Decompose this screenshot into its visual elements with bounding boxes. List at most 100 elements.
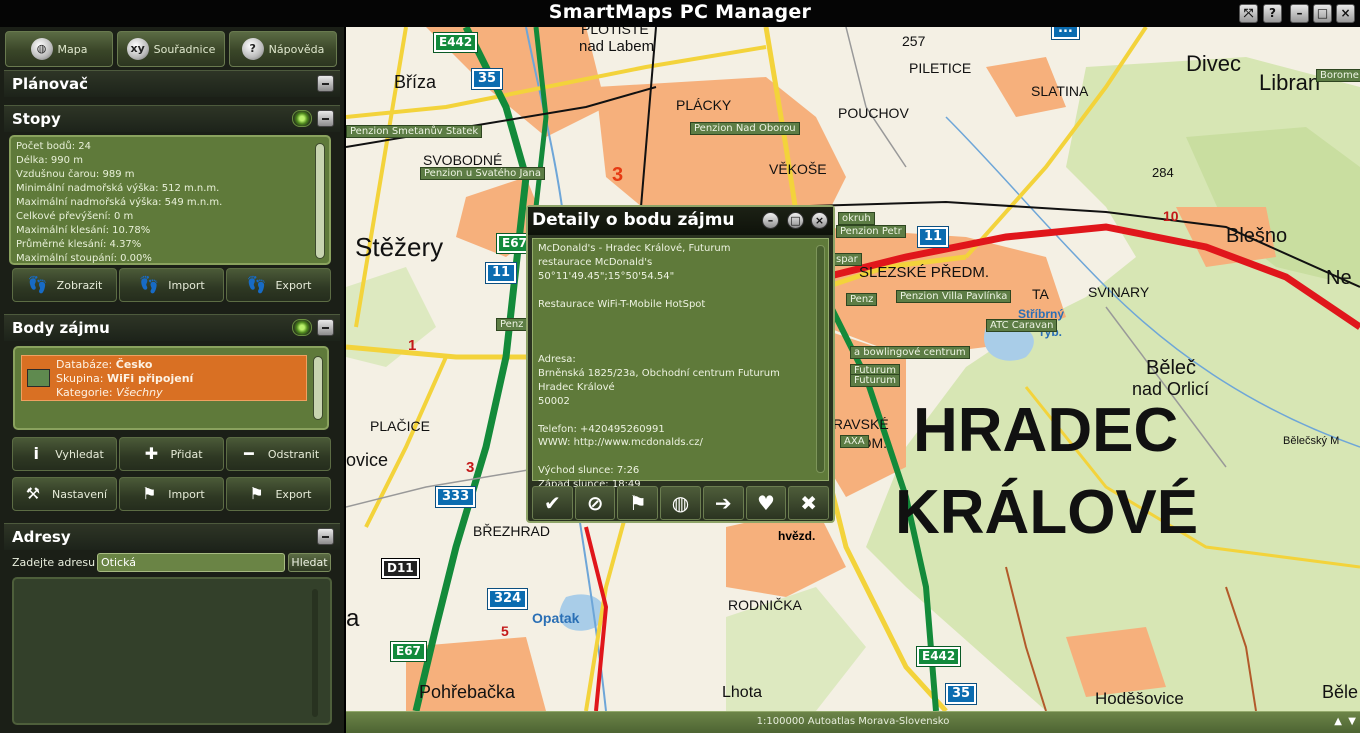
poi-add-button[interactable]: ✚ Přidat <box>119 437 224 471</box>
poi-detail-title: Detaily o bodu zájmu <box>532 210 735 230</box>
track-stat: Průměrné klesání: 4.37% <box>16 239 142 250</box>
map-place-label: Ne <box>1326 267 1352 289</box>
arrow-right-button[interactable]: ➔ <box>702 486 744 520</box>
tracks-collapse-icon[interactable] <box>317 110 334 127</box>
map-button[interactable]: ◍ Mapa <box>5 31 113 67</box>
dialog-close-icon[interactable]: × <box>811 212 828 229</box>
address-collapse-icon[interactable] <box>317 528 334 545</box>
map-poi-label[interactable]: Borome <box>1316 69 1360 82</box>
route-button[interactable]: ⊘ <box>574 486 616 520</box>
map-road-number: hvězd. <box>778 529 816 543</box>
map-status-bar: 1:100000 Autoatlas Morava-Slovensko ▲ ▼ <box>346 711 1360 733</box>
address-results-list[interactable] <box>12 577 332 725</box>
poi-gpx-export-icon: ⚑ <box>249 484 264 503</box>
scroll-up-icon[interactable]: ▲ <box>1334 712 1342 732</box>
address-results-scrollbar[interactable] <box>312 589 318 717</box>
map-place-label: PILETICE <box>909 60 972 76</box>
map-poi-label[interactable]: Penzion Nad Oborou <box>690 122 800 135</box>
poi-import-label: Import <box>168 487 205 501</box>
map-view[interactable]: PLOTIŠTĚ nad Labem Bříza PILETICE Divec Libra… <box>346 27 1360 711</box>
map-poi-label[interactable]: Penzion Villa Pavlínka <box>896 290 1012 303</box>
dialog-minimize-icon[interactable]: – <box>762 212 779 229</box>
poi-collapse-icon[interactable] <box>317 319 334 336</box>
planner-collapse-icon[interactable] <box>317 75 334 92</box>
footprint-eye-icon: 👣 <box>27 275 48 294</box>
planner-header[interactable]: Plánovač <box>4 70 340 97</box>
map-road-number: Opatak <box>532 610 580 626</box>
detail-line: restaurace McDonald's <box>538 256 653 268</box>
poi-scrollbar[interactable] <box>313 356 323 420</box>
map-poi-label[interactable]: Futurum <box>850 374 900 387</box>
detail-scrollbar[interactable] <box>816 245 825 473</box>
arrow-right-icon: ➔ <box>714 491 732 515</box>
detail-line: Restaurace WiFi-T-Mobile HotSpot <box>538 298 706 310</box>
address-header[interactable]: Adresy <box>4 523 340 550</box>
poi-header[interactable]: Body zájmu <box>4 314 340 341</box>
poi-color-swatch <box>27 369 50 387</box>
map-poi-label[interactable]: AXA <box>840 435 869 448</box>
poi-export-button[interactable]: ⚑ Export <box>226 477 331 511</box>
tracks-title: Stopy <box>12 110 61 128</box>
map-poi-label[interactable]: Penz <box>496 318 528 331</box>
navigate-button[interactable]: ⚑ <box>617 486 659 520</box>
detail-line <box>538 340 824 354</box>
checkmark-button[interactable]: ✔ <box>532 486 573 520</box>
map-button-label: Mapa <box>57 42 88 56</box>
globe-icon: ◍ <box>671 491 690 515</box>
map-poi-label[interactable]: Penz <box>846 293 878 306</box>
address-search-button[interactable]: Hledat <box>288 553 331 572</box>
tracks-visibility-eye-icon[interactable] <box>292 110 312 127</box>
poi-list-item-selected[interactable]: Databáze: Česko Skupina: WiFi připojení … <box>21 355 307 401</box>
scroll-down-icon[interactable]: ▼ <box>1348 712 1356 732</box>
tracks-header[interactable]: Stopy <box>4 105 340 132</box>
detail-line: Brněnská 1825/23a, Obchodní centrum Futu… <box>538 368 780 380</box>
coordinates-icon: xy <box>126 38 149 60</box>
poi-visibility-eye-icon[interactable] <box>292 319 312 336</box>
favorite-heart-button[interactable]: ♥ <box>745 486 787 520</box>
map-place-label: VĚKOŠE <box>769 161 827 177</box>
globe-button[interactable]: ◍ <box>660 486 701 520</box>
fullscreen-button[interactable]: ⤧ <box>1239 4 1258 23</box>
help-icon: ? <box>241 38 264 60</box>
poi-detail-content: McDonald's - Hradec Králové, Futurum res… <box>532 238 829 490</box>
tracks-scrollbar[interactable] <box>315 143 325 259</box>
tracks-show-button[interactable]: 👣 Zobrazit <box>12 268 117 302</box>
map-poi-label[interactable]: Penzion Smetanův Statek <box>346 125 483 138</box>
poi-search-button[interactable]: ⅰ Vyhledat <box>12 437 117 471</box>
tracks-import-button[interactable]: 👣 Import <box>119 268 224 302</box>
minimize-button[interactable]: – <box>1290 4 1309 23</box>
close-button[interactable]: × <box>1336 4 1355 23</box>
euro-road-shield: E442 <box>432 32 479 53</box>
poi-remove-button[interactable]: ━ Odstranit <box>226 437 331 471</box>
map-poi-label[interactable]: spar <box>832 253 862 266</box>
poi-detail-titlebar[interactable]: Detaily o bodu zájmu – □ × <box>528 207 833 235</box>
tracks-export-button[interactable]: 👣 Export <box>226 268 331 302</box>
help-main-button[interactable]: ? Nápověda <box>229 31 337 67</box>
poi-settings-button[interactable]: ⚒ Nastavení <box>12 477 117 511</box>
map-poi-label[interactable]: Penzion u Svatého Jana <box>420 167 545 180</box>
close-x-button[interactable]: ✖ <box>788 486 830 520</box>
detail-line: Hradec Králové <box>538 381 615 393</box>
map-place-label: SVOBODNÉ <box>423 152 503 168</box>
map-poi-label[interactable]: a bowlingové centrum <box>850 346 970 359</box>
road-shield: 11 <box>916 226 950 248</box>
highway-shield: D11 <box>381 558 420 579</box>
map-poi-label[interactable]: Penzion Petr <box>836 225 906 238</box>
euro-road-shield: E67 <box>390 641 427 662</box>
coordinates-button-label: Souřadnice <box>153 42 216 56</box>
road-shield: ... <box>1051 27 1080 40</box>
maximize-button[interactable]: □ <box>1313 4 1332 23</box>
map-poi-label[interactable]: ATC Caravan <box>986 319 1058 332</box>
map-place-label: nad Labem <box>579 38 655 55</box>
dialog-maximize-icon[interactable]: □ <box>787 212 804 229</box>
poi-import-button[interactable]: ⚑ Import <box>119 477 224 511</box>
coordinates-button[interactable]: xy Souřadnice <box>117 31 225 67</box>
map-road-number: 5 <box>501 623 509 639</box>
map-place-label: ovice <box>346 450 389 470</box>
help-button[interactable]: ? <box>1263 4 1282 23</box>
detail-line: Telefon: +420495260991 <box>538 423 665 435</box>
address-input[interactable] <box>97 553 285 572</box>
map-place-label: BŘEZHRAD <box>473 523 551 539</box>
address-input-label: Zadejte adresu <box>12 556 96 569</box>
map-poi-label[interactable]: okruh <box>838 212 875 225</box>
